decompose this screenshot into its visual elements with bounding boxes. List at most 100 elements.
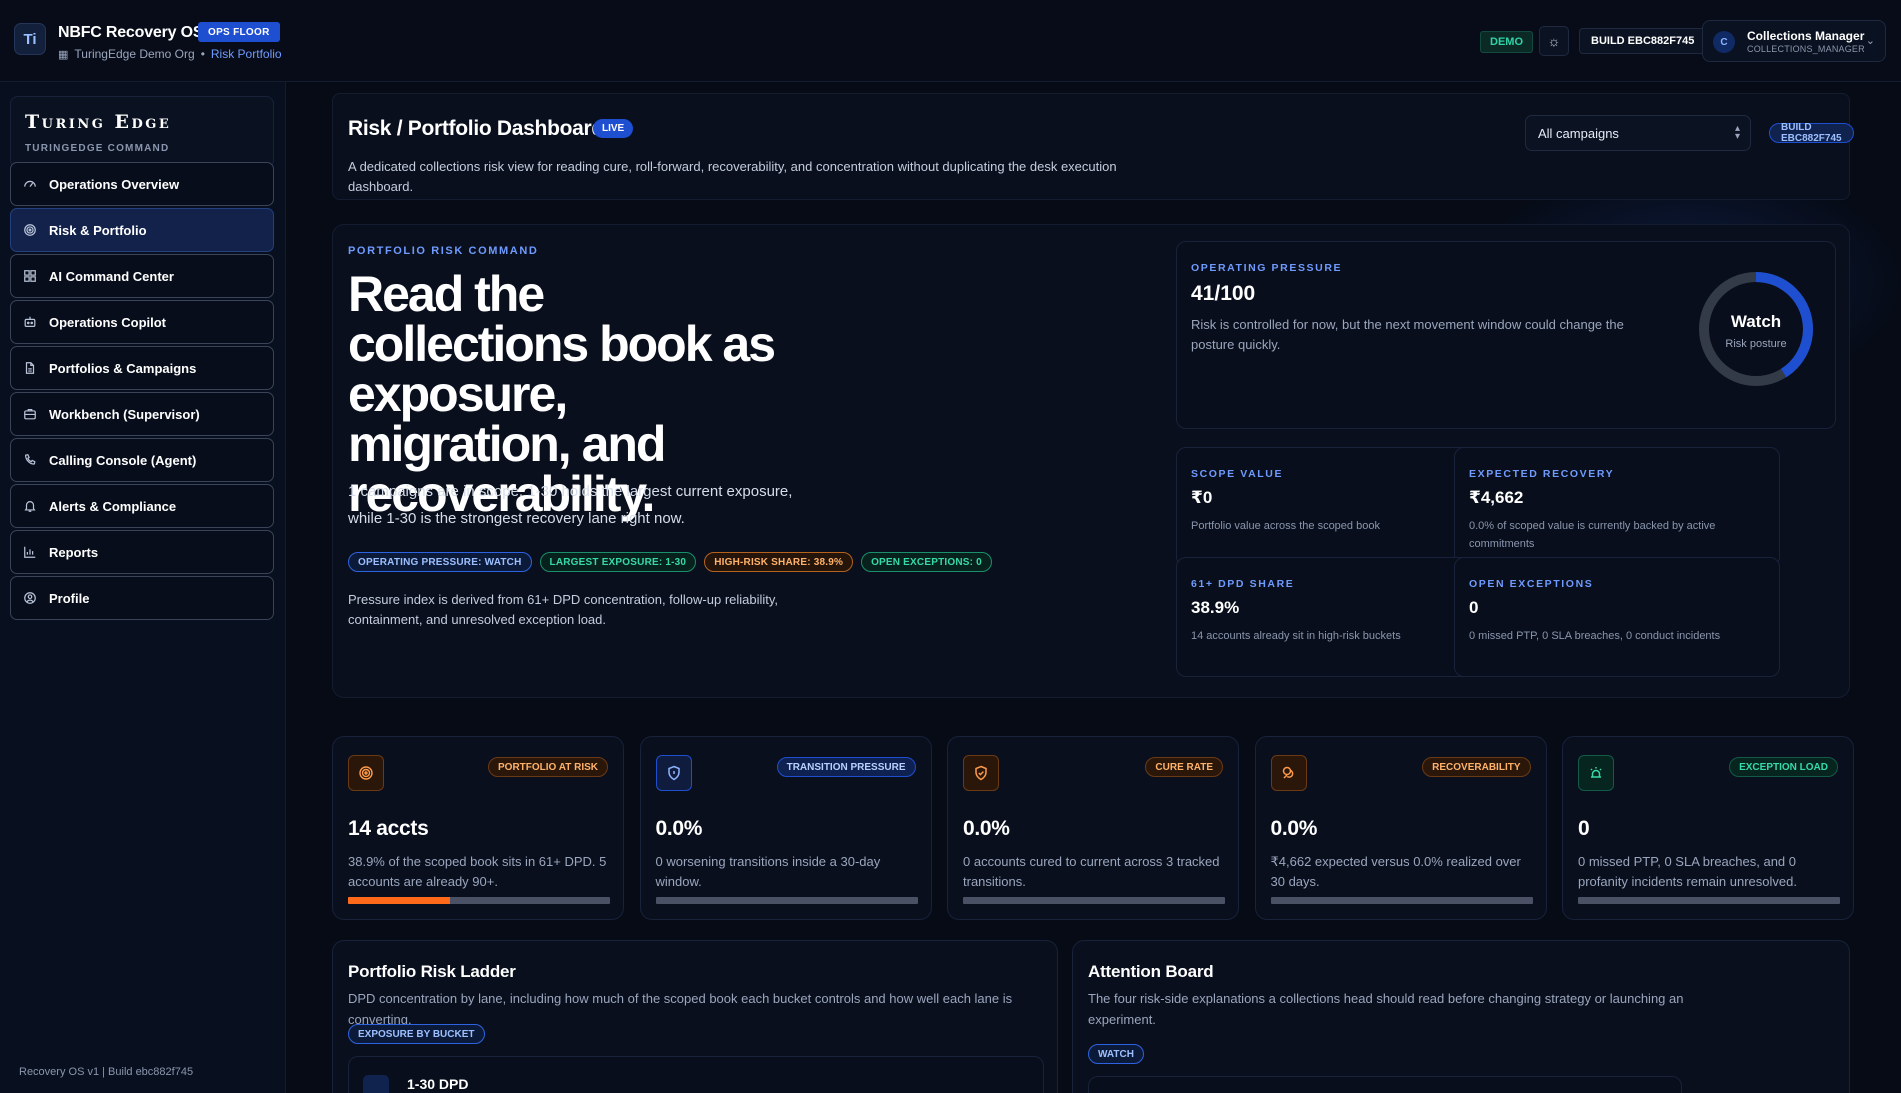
brand-name: Turing Edge: [25, 111, 172, 133]
user-menu[interactable]: C Collections Manager COLLECTIONS_MANAGE…: [1702, 20, 1886, 62]
kpi-value: 0.0%: [963, 817, 1010, 840]
avatar: C: [1713, 31, 1735, 53]
bot-icon: [23, 315, 37, 329]
risk-posture-gauge: Watch Risk posture: [1697, 270, 1815, 388]
attention-title: Attention Board: [1088, 962, 1214, 981]
stat-value: 0: [1469, 598, 1479, 617]
stat-description: Portfolio value across the scoped book: [1191, 520, 1380, 532]
kpi-badge: RECOVERABILITY: [1422, 757, 1531, 777]
build-badge: BUILD EBC882F745: [1579, 28, 1707, 54]
breadcrumb-current[interactable]: Risk Portfolio: [211, 47, 282, 61]
app-title: NBFC Recovery OS: [58, 24, 204, 41]
breadcrumb-separator: •: [200, 47, 205, 61]
stat-kicker: 61+ DPD SHARE: [1191, 578, 1295, 590]
header-build-badge: BUILD EBC882F745: [1769, 122, 1854, 144]
campaign-select[interactable]: All campaigns ▴ ▾: [1525, 115, 1751, 151]
sidebar-item-portfolios-campaigns[interactable]: Portfolios & Campaigns: [10, 346, 274, 390]
sidebar-item-label: Risk & Portfolio: [49, 222, 147, 238]
sidebar-item-calling-console-agent[interactable]: Calling Console (Agent): [10, 438, 274, 482]
shield-icon: [655, 755, 692, 791]
sidebar-item-label: Profile: [49, 590, 90, 606]
kpi-progress-bar: [1578, 897, 1840, 904]
main-content: Risk / Portfolio Dashboard LIVE A dedica…: [287, 82, 1901, 1093]
stat-card-open-exceptions: OPEN EXCEPTIONS 0 0 missed PTP, 0 SLA brea…: [1454, 557, 1780, 677]
status-chip: HIGH-RISK SHARE: 38.9%: [704, 552, 854, 572]
phone-icon: [23, 453, 37, 467]
sidebar-item-label: AI Command Center: [49, 268, 174, 284]
stat-value: ₹0: [1191, 488, 1213, 507]
kpi-description: ₹4,662 expected versus 0.0% realized ove…: [1270, 854, 1521, 889]
stat-value: 38.9%: [1191, 598, 1240, 617]
status-chip: OPERATING PRESSURE: WATCH: [348, 552, 532, 572]
kpi-progress-bar: [655, 897, 918, 904]
portfolio-risk-ladder-panel: Portfolio Risk Ladder DPD concentration …: [332, 940, 1058, 1093]
check-icon: [363, 1075, 389, 1093]
gauge-icon: [23, 177, 37, 191]
briefcase-icon: [23, 407, 37, 421]
user-name: Collections Manager: [1747, 29, 1865, 43]
sidebar-item-label: Operations Copilot: [49, 314, 166, 330]
pressure-value: 41/100: [1191, 282, 1256, 305]
kpi-value: 0: [1578, 817, 1590, 840]
stat-kicker: SCOPE VALUE: [1191, 468, 1284, 480]
bell-icon: [23, 499, 37, 513]
user-icon: [23, 591, 37, 605]
kpi-card-cure-rate: CURE RATE 0.0% 0 accounts cured to current…: [947, 736, 1239, 920]
demo-badge: DEMO: [1480, 31, 1533, 53]
kpi-description: 0 accounts cured to current across 3 tra…: [963, 854, 1220, 889]
kpi-description: 0 worsening transitions inside a 30-day …: [655, 854, 881, 889]
kpi-value: 14 accts: [348, 817, 429, 840]
sidebar-item-label: Calling Console (Agent): [49, 452, 197, 468]
user-role: COLLECTIONS_MANAGER: [1747, 44, 1865, 54]
watch-tag[interactable]: WATCH: [1088, 1044, 1144, 1064]
operating-pressure-card: OPERATING PRESSURE 41/100 Risk is contro…: [1176, 241, 1836, 429]
attention-item[interactable]: [1088, 1076, 1682, 1093]
theme-toggle-button[interactable]: ☼: [1539, 26, 1569, 56]
breadcrumb-org[interactable]: TuringEdge Demo Org: [74, 47, 194, 61]
gauge-sublabel: Risk posture: [1725, 338, 1787, 350]
stat-kicker: EXPECTED RECOVERY: [1469, 468, 1615, 480]
kpi-card-portfolio-at-risk: PORTFOLIO AT RISK 14 accts 38.9% of the sc…: [332, 736, 624, 920]
sidebar-item-label: Operations Overview: [49, 176, 180, 192]
breadcrumb: ▦ TuringEdge Demo Org • Risk Portfolio: [58, 47, 282, 61]
sidebar-item-reports[interactable]: Reports: [10, 530, 274, 574]
shield-check-icon: [963, 755, 999, 791]
status-chips: OPERATING PRESSURE: WATCH LARGEST EXPOSUR…: [348, 552, 992, 572]
sidebar-item-operations-overview[interactable]: Operations Overview: [10, 162, 274, 206]
sidebar-item-operations-copilot[interactable]: Operations Copilot: [10, 300, 274, 344]
kpi-progress-bar: [963, 897, 1225, 904]
status-chip: OPEN EXCEPTIONS: 0: [861, 552, 992, 572]
kpi-badge: EXCEPTION LOAD: [1729, 757, 1838, 777]
kpi-progress-bar: [348, 897, 610, 904]
logo-glyph: Ti: [23, 30, 37, 48]
building-icon: ▦: [58, 48, 69, 61]
kpi-card-recoverability: RECOVERABILITY 0.0% ₹4,662 expected versus…: [1254, 736, 1547, 920]
sidebar-item-risk-portfolio[interactable]: Risk & Portfolio: [10, 208, 274, 252]
attention-description: The four risk-side explanations a collec…: [1088, 991, 1684, 1027]
stat-description: 0.0% of scoped value is currently backed…: [1469, 520, 1716, 550]
select-arrows-icon: ▴ ▾: [1734, 123, 1740, 142]
command-kicker: PORTFOLIO RISK COMMAND: [348, 245, 539, 257]
sidebar-item-profile[interactable]: Profile: [10, 576, 274, 620]
file-icon: [23, 361, 37, 375]
sidebar-item-label: Workbench (Supervisor): [49, 406, 200, 422]
sidebar-item-ai-command-center[interactable]: AI Command Center: [10, 254, 274, 298]
exposure-by-bucket-tag[interactable]: EXPOSURE BY BUCKET: [348, 1024, 485, 1044]
stat-description: 0 missed PTP, 0 SLA breaches, 0 conduct …: [1469, 630, 1721, 642]
kpi-badge: PORTFOLIO AT RISK: [488, 757, 608, 777]
page-header: Risk / Portfolio Dashboard LIVE A dedica…: [332, 93, 1854, 200]
chevron-down-icon: ⌄: [1865, 35, 1875, 47]
kpi-badge: TRANSITION PRESSURE: [776, 757, 916, 777]
app-logo[interactable]: Ti: [14, 23, 46, 55]
sidebar-item-workbench-supervisor[interactable]: Workbench (Supervisor): [10, 392, 274, 436]
page-description: A dedicated collections risk view for re…: [348, 159, 1117, 194]
sidebar-footer: Recovery OS v1 | Build ebc882f745: [19, 1066, 194, 1078]
attention-board-panel: Attention Board The four risk-side expla…: [1072, 940, 1850, 1093]
ladder-row[interactable]: 1-30 DPD: [348, 1056, 1044, 1093]
kpi-progress-bar: [1270, 897, 1533, 904]
gauge-label: Watch: [1730, 312, 1782, 331]
sidebar-item-alerts-compliance[interactable]: Alerts & Compliance: [10, 484, 274, 528]
pressure-note: Pressure index is derived from 61+ DPD c…: [348, 592, 779, 627]
sidebar-item-label: Reports: [49, 544, 99, 560]
live-badge: LIVE: [593, 119, 634, 138]
